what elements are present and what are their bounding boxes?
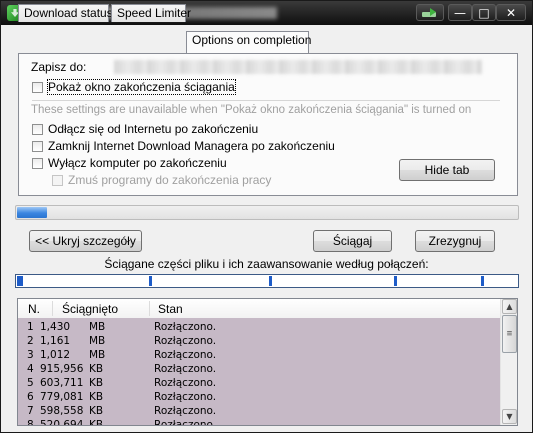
list-cell-amount: 603,711 xyxy=(40,377,84,389)
list-cell-status: Rozłączono. xyxy=(154,349,217,361)
list-cell-n: 4 xyxy=(27,363,34,375)
connection-segment xyxy=(17,276,23,286)
list-item[interactable]: 8 520,694 KB Rozłączono. xyxy=(18,418,500,426)
list-item[interactable]: 5 603,711 KB Rozłączono. xyxy=(18,376,500,390)
shutdown-label[interactable]: Wyłącz komputer po zakończeniu xyxy=(48,156,227,170)
list-cell-n: 6 xyxy=(27,391,34,403)
list-cell-n: 1 xyxy=(27,321,34,333)
list-cell-amount: 1,161 xyxy=(40,335,71,347)
list-item[interactable]: 2 1,161 MB Rozłączono. xyxy=(18,334,500,348)
list-cell-unit: KB xyxy=(89,405,104,417)
show-completion-label[interactable]: Pokaż okno zakończenia ściągania xyxy=(47,79,236,95)
list-cell-amount: 779,081 xyxy=(40,391,84,403)
list-cell-status: Rozłączono. xyxy=(154,405,217,417)
close-idm-checkbox[interactable] xyxy=(32,141,43,152)
list-cell-unit: KB xyxy=(89,377,104,389)
connection-segment xyxy=(394,276,397,286)
download-dialog: — □ ✕ Download status Speed Limiter Opti… xyxy=(0,0,533,433)
scroll-down-icon[interactable]: ▼ xyxy=(502,409,517,424)
column-header-n[interactable]: N. xyxy=(28,302,40,316)
show-completion-checkbox[interactable] xyxy=(32,82,43,93)
close-button[interactable]: ✕ xyxy=(496,4,526,21)
list-cell-amount: 1,012 xyxy=(40,349,71,361)
list-item[interactable]: 1 1,430 MB Rozłączono. xyxy=(18,320,500,334)
list-cell-amount: 598,558 xyxy=(40,405,84,417)
cancel-button[interactable]: Zrezygnuj xyxy=(415,230,495,252)
hide-tab-button[interactable]: Hide tab xyxy=(399,159,495,181)
separator xyxy=(32,100,500,101)
column-divider[interactable] xyxy=(149,301,150,316)
tab-options-on-completion[interactable]: Options on completion xyxy=(186,31,311,53)
force-close-label[interactable]: Zmuś programy do zakończenia pracy xyxy=(68,173,271,187)
minimize-button[interactable]: — xyxy=(448,4,472,21)
connection-segment xyxy=(269,276,272,286)
list-cell-unit: KB xyxy=(89,391,104,403)
list-item[interactable]: 6 779,081 KB Rozłączono. xyxy=(18,390,500,404)
list-cell-status: Rozłączono. xyxy=(154,363,217,375)
connections-caption: Ściągane części pliku i ich zaawansowani… xyxy=(104,257,429,271)
connections-list[interactable]: N. Ściągnięto Stan 1 1,430 MB Rozłączono. 2 1… xyxy=(17,298,518,426)
shutdown-checkbox[interactable] xyxy=(32,158,43,169)
vertical-scrollbar[interactable]: ▲ ≡ ▼ xyxy=(500,299,517,425)
disconnect-label[interactable]: Odłącz się od Internetu po zakończeniu xyxy=(48,122,258,136)
options-panel: Zapisz do: Pokaż okno zakończenia ściąga… xyxy=(18,53,518,196)
save-path-blurred xyxy=(114,60,482,74)
list-cell-status: Rozłączono. xyxy=(154,391,217,403)
disconnect-checkbox[interactable] xyxy=(32,124,43,135)
list-cell-status: Rozłączono. xyxy=(154,335,217,347)
download-progress-bar xyxy=(15,205,519,220)
list-cell-unit: KB xyxy=(89,419,104,426)
list-cell-amount: 520,694 xyxy=(40,419,84,426)
list-cell-status: Rozłączono. xyxy=(154,377,217,389)
close-idm-label[interactable]: Zamknij Internet Download Managera po za… xyxy=(48,139,335,153)
tab-download-status[interactable]: Download status xyxy=(18,4,113,22)
force-close-checkbox[interactable] xyxy=(52,175,63,186)
list-header: N. Ściągnięto Stan xyxy=(18,299,500,319)
save-to-label: Zapisz do: xyxy=(31,60,87,74)
list-cell-n: 8 xyxy=(27,419,34,426)
download-arrow-icon[interactable] xyxy=(416,4,444,21)
tab-speed-limiter[interactable]: Speed Limiter xyxy=(111,4,191,22)
column-header-status[interactable]: Stan xyxy=(158,302,183,316)
maximize-button[interactable]: □ xyxy=(472,4,496,21)
list-item[interactable]: 4 915,956 KB Rozłączono. xyxy=(18,362,500,376)
list-item[interactable]: 7 598,558 KB Rozłączono. xyxy=(18,404,500,418)
list-cell-n: 5 xyxy=(27,377,34,389)
connection-segment xyxy=(481,276,484,286)
connections-progress-bar xyxy=(15,274,519,288)
list-item[interactable]: 3 1,012 MB Rozłączono. xyxy=(18,348,500,362)
hide-details-button[interactable]: << Ukryj szczegóły xyxy=(29,230,142,252)
list-cell-unit: MB xyxy=(89,349,106,361)
list-cell-amount: 1,430 xyxy=(40,321,71,333)
list-cell-unit: KB xyxy=(89,363,104,375)
list-cell-amount: 915,956 xyxy=(40,363,84,375)
list-cell-unit: MB xyxy=(89,335,106,347)
list-cell-n: 7 xyxy=(27,405,34,417)
list-cell-status: Rozłączono. xyxy=(154,419,217,426)
download-button[interactable]: Ściągaj xyxy=(313,230,392,252)
unavailable-notice: These settings are unavailable when "Pok… xyxy=(31,104,472,116)
list-cell-unit: MB xyxy=(89,321,106,333)
connection-segment xyxy=(149,276,152,286)
list-cell-n: 3 xyxy=(27,349,34,361)
column-header-downloaded[interactable]: Ściągnięto xyxy=(62,302,118,316)
scroll-up-icon[interactable]: ▲ xyxy=(502,299,517,314)
list-cell-status: Rozłączono. xyxy=(154,321,217,333)
column-divider[interactable] xyxy=(52,301,53,316)
list-cell-n: 2 xyxy=(27,335,34,347)
list-rows: 1 1,430 MB Rozłączono. 2 1,161 MB Rozłączono. 3 1… xyxy=(18,318,500,426)
scroll-thumb[interactable]: ≡ xyxy=(502,315,517,353)
progress-fill xyxy=(17,207,47,218)
